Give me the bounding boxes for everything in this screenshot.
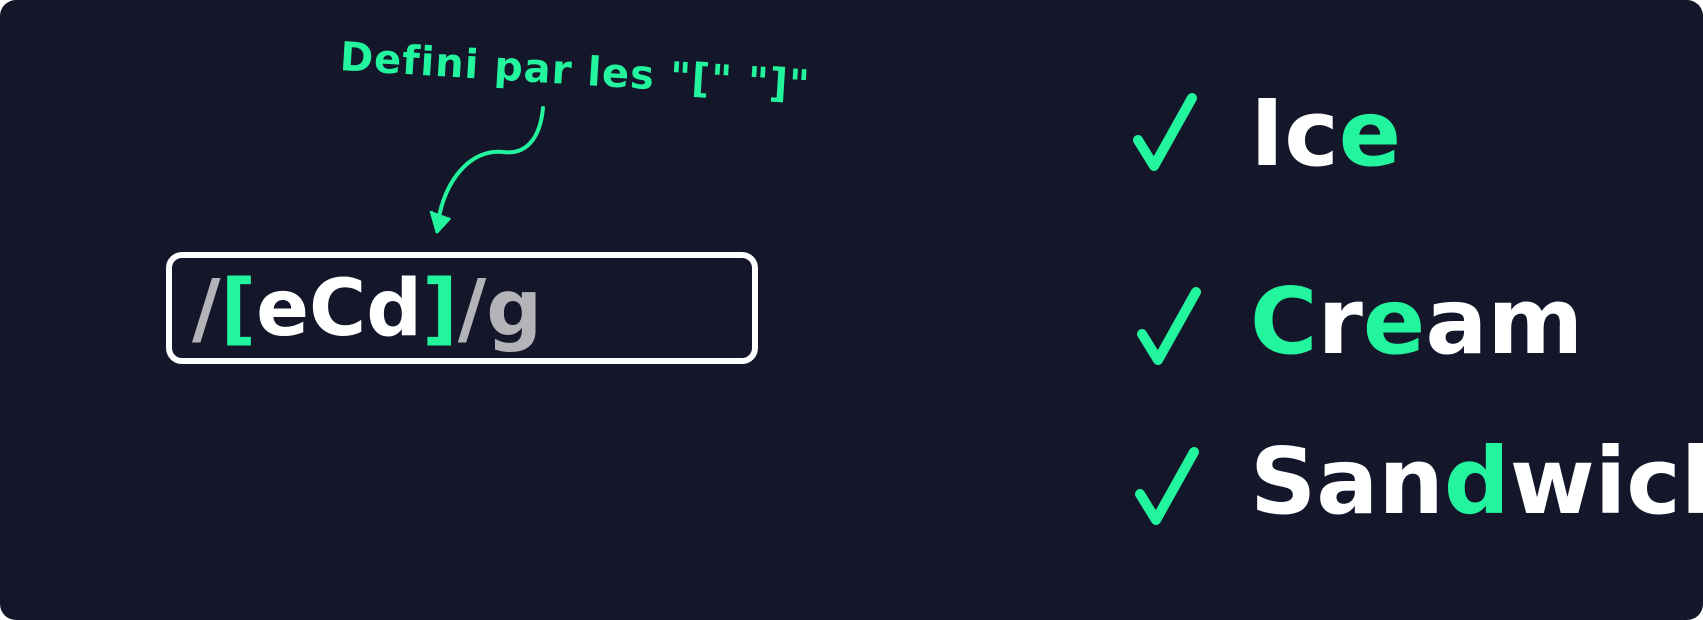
word-part: San <box>1250 428 1444 535</box>
check-icon <box>1135 447 1199 525</box>
regex-box: /[eCd]/g <box>166 252 758 364</box>
word-part: Ic <box>1250 80 1339 187</box>
regex-bracket-open: [ <box>220 264 257 354</box>
word-part: am <box>1425 268 1584 375</box>
word-part: r <box>1317 268 1363 375</box>
regex-pattern: /[eCd]/g <box>192 264 542 354</box>
word-part-match: d <box>1443 428 1510 535</box>
annotation-label: Defini par les "[" "]" <box>338 34 812 109</box>
regex-bracket-close: ] <box>422 264 458 354</box>
match-word-ice: Ice <box>1250 84 1401 184</box>
word-part-match: e <box>1338 80 1402 187</box>
match-word-sandwich: Sandwich <box>1250 432 1703 532</box>
match-word-cream: Cream <box>1250 272 1583 372</box>
regex-delimiter-flag: /g <box>457 264 543 354</box>
regex-char-set: eCd <box>256 264 423 354</box>
word-part-match: e <box>1362 268 1426 375</box>
regex-delimiter-open: / <box>192 264 221 354</box>
check-icon <box>1137 287 1201 365</box>
word-part: wich <box>1509 428 1703 535</box>
diagram-card: Defini par les "[" "]" /[eCd]/g Ice Crea… <box>0 0 1703 620</box>
check-icon <box>1133 93 1197 171</box>
word-part-match: C <box>1250 268 1318 375</box>
